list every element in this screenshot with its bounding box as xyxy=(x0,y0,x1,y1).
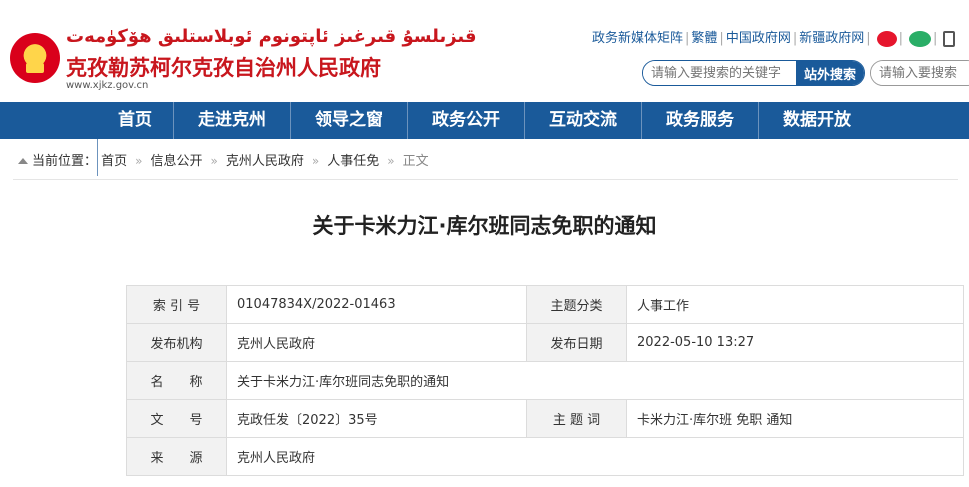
site-search-2 xyxy=(870,60,969,86)
breadcrumb: 当前位置： 首页 » 信息公开 » 克州人民政府 » 人事任免 » 正文 xyxy=(18,150,429,169)
meta-value: 关于卡米力江·库尔班同志免职的通知 xyxy=(226,361,964,400)
search-input[interactable] xyxy=(643,61,809,85)
document-meta-table: 索 引 号 01047834X/2022-01463 主题分类 人事工作 发布机… xyxy=(126,285,964,476)
meta-value: 人事工作 xyxy=(626,285,964,324)
top-links: 政务新媒体矩阵 | 繁體 | 中国政府网 | 新疆政府网 | | | xyxy=(592,27,956,47)
search-button[interactable]: 站外搜索 xyxy=(796,61,864,85)
uyghur-site-title: قىزىلسۇ قىرغىز ئاپتونوم ئوبلاستلىق ھۆكۈم… xyxy=(66,26,477,47)
home-icon xyxy=(18,158,28,164)
breadcrumb-current: 正文 xyxy=(402,154,429,169)
meta-value: 克州人民政府 xyxy=(226,323,527,362)
meta-label: 主 题 词 xyxy=(526,399,627,438)
chevron-right-icon: » xyxy=(387,154,395,168)
main-nav: 首页 走进克州 领导之窗 政务公开 互动交流 政务服务 数据开放 网站地图 xyxy=(0,102,969,176)
wechat-icon[interactable] xyxy=(909,30,932,47)
national-emblem-icon xyxy=(10,33,60,83)
meta-label: 名 称 xyxy=(126,361,227,400)
table-row: 发布机构 克州人民政府 发布日期 2022-05-10 13:27 xyxy=(126,323,964,362)
site-domain: www.xjkz.gov.cn xyxy=(66,80,149,91)
chevron-right-icon: » xyxy=(311,154,320,168)
chevron-right-icon: » xyxy=(210,154,218,168)
article-title: 关于卡米力江·库尔班同志免职的通知 xyxy=(312,214,657,238)
search-input-2[interactable] xyxy=(871,61,969,85)
breadcrumb-gov[interactable]: 克州人民政府 xyxy=(226,154,304,169)
breadcrumb-personnel[interactable]: 人事任免 xyxy=(327,154,379,169)
meta-label: 发布机构 xyxy=(126,323,227,362)
site-header: قىزىلسۇ قىرغىز ئاپتونوم ئوبلاستلىق ھۆكۈم… xyxy=(0,0,969,100)
table-row: 名 称 关于卡米力江·库尔班同志免职的通知 xyxy=(126,361,964,400)
site-title[interactable]: 克孜勒苏柯尔克孜自治州人民政府 xyxy=(66,52,381,82)
mobile-icon[interactable] xyxy=(943,30,956,47)
weibo-icon[interactable] xyxy=(876,30,897,47)
link-traditional[interactable]: 繁體 xyxy=(691,31,717,46)
divider xyxy=(13,179,958,180)
breadcrumb-info-public[interactable]: 信息公开 xyxy=(151,154,203,169)
table-row: 来 源 克州人民政府 xyxy=(126,437,964,476)
site-search: 站外搜索 xyxy=(642,60,865,86)
nav-leaders[interactable]: 领导之窗 xyxy=(290,102,407,139)
meta-value: 01047834X/2022-01463 xyxy=(226,285,527,324)
link-xinjiang-gov[interactable]: 新疆政府网 xyxy=(799,31,864,46)
link-gov-cn[interactable]: 中国政府网 xyxy=(726,31,791,46)
nav-public-affairs[interactable]: 政务公开 xyxy=(407,102,524,139)
meta-value: 2022-05-10 13:27 xyxy=(626,323,964,362)
meta-value: 克州人民政府 xyxy=(226,437,964,476)
breadcrumb-prefix: 当前位置： xyxy=(32,154,98,169)
nav-interaction[interactable]: 互动交流 xyxy=(524,102,641,139)
table-row: 索 引 号 01047834X/2022-01463 主题分类 人事工作 xyxy=(126,285,964,324)
meta-value: 克政任发〔2022〕35号 xyxy=(226,399,527,438)
nav-home[interactable]: 首页 xyxy=(97,102,173,139)
breadcrumb-home[interactable]: 首页 xyxy=(101,154,127,169)
nav-open-data[interactable]: 数据开放 xyxy=(758,102,875,139)
nav-about[interactable]: 走进克州 xyxy=(173,102,290,139)
table-row: 文 号 克政任发〔2022〕35号 主 题 词 卡米力江·库尔班 免职 通知 xyxy=(126,399,964,438)
meta-label: 发布日期 xyxy=(526,323,627,362)
chevron-right-icon: » xyxy=(135,154,143,168)
meta-label: 来 源 xyxy=(126,437,227,476)
meta-label: 文 号 xyxy=(126,399,227,438)
nav-services[interactable]: 政务服务 xyxy=(641,102,758,139)
meta-value: 卡米力江·库尔班 免职 通知 xyxy=(626,399,964,438)
meta-label: 主题分类 xyxy=(526,285,627,324)
meta-label: 索 引 号 xyxy=(126,285,227,324)
link-media-matrix[interactable]: 政务新媒体矩阵 xyxy=(592,31,683,46)
